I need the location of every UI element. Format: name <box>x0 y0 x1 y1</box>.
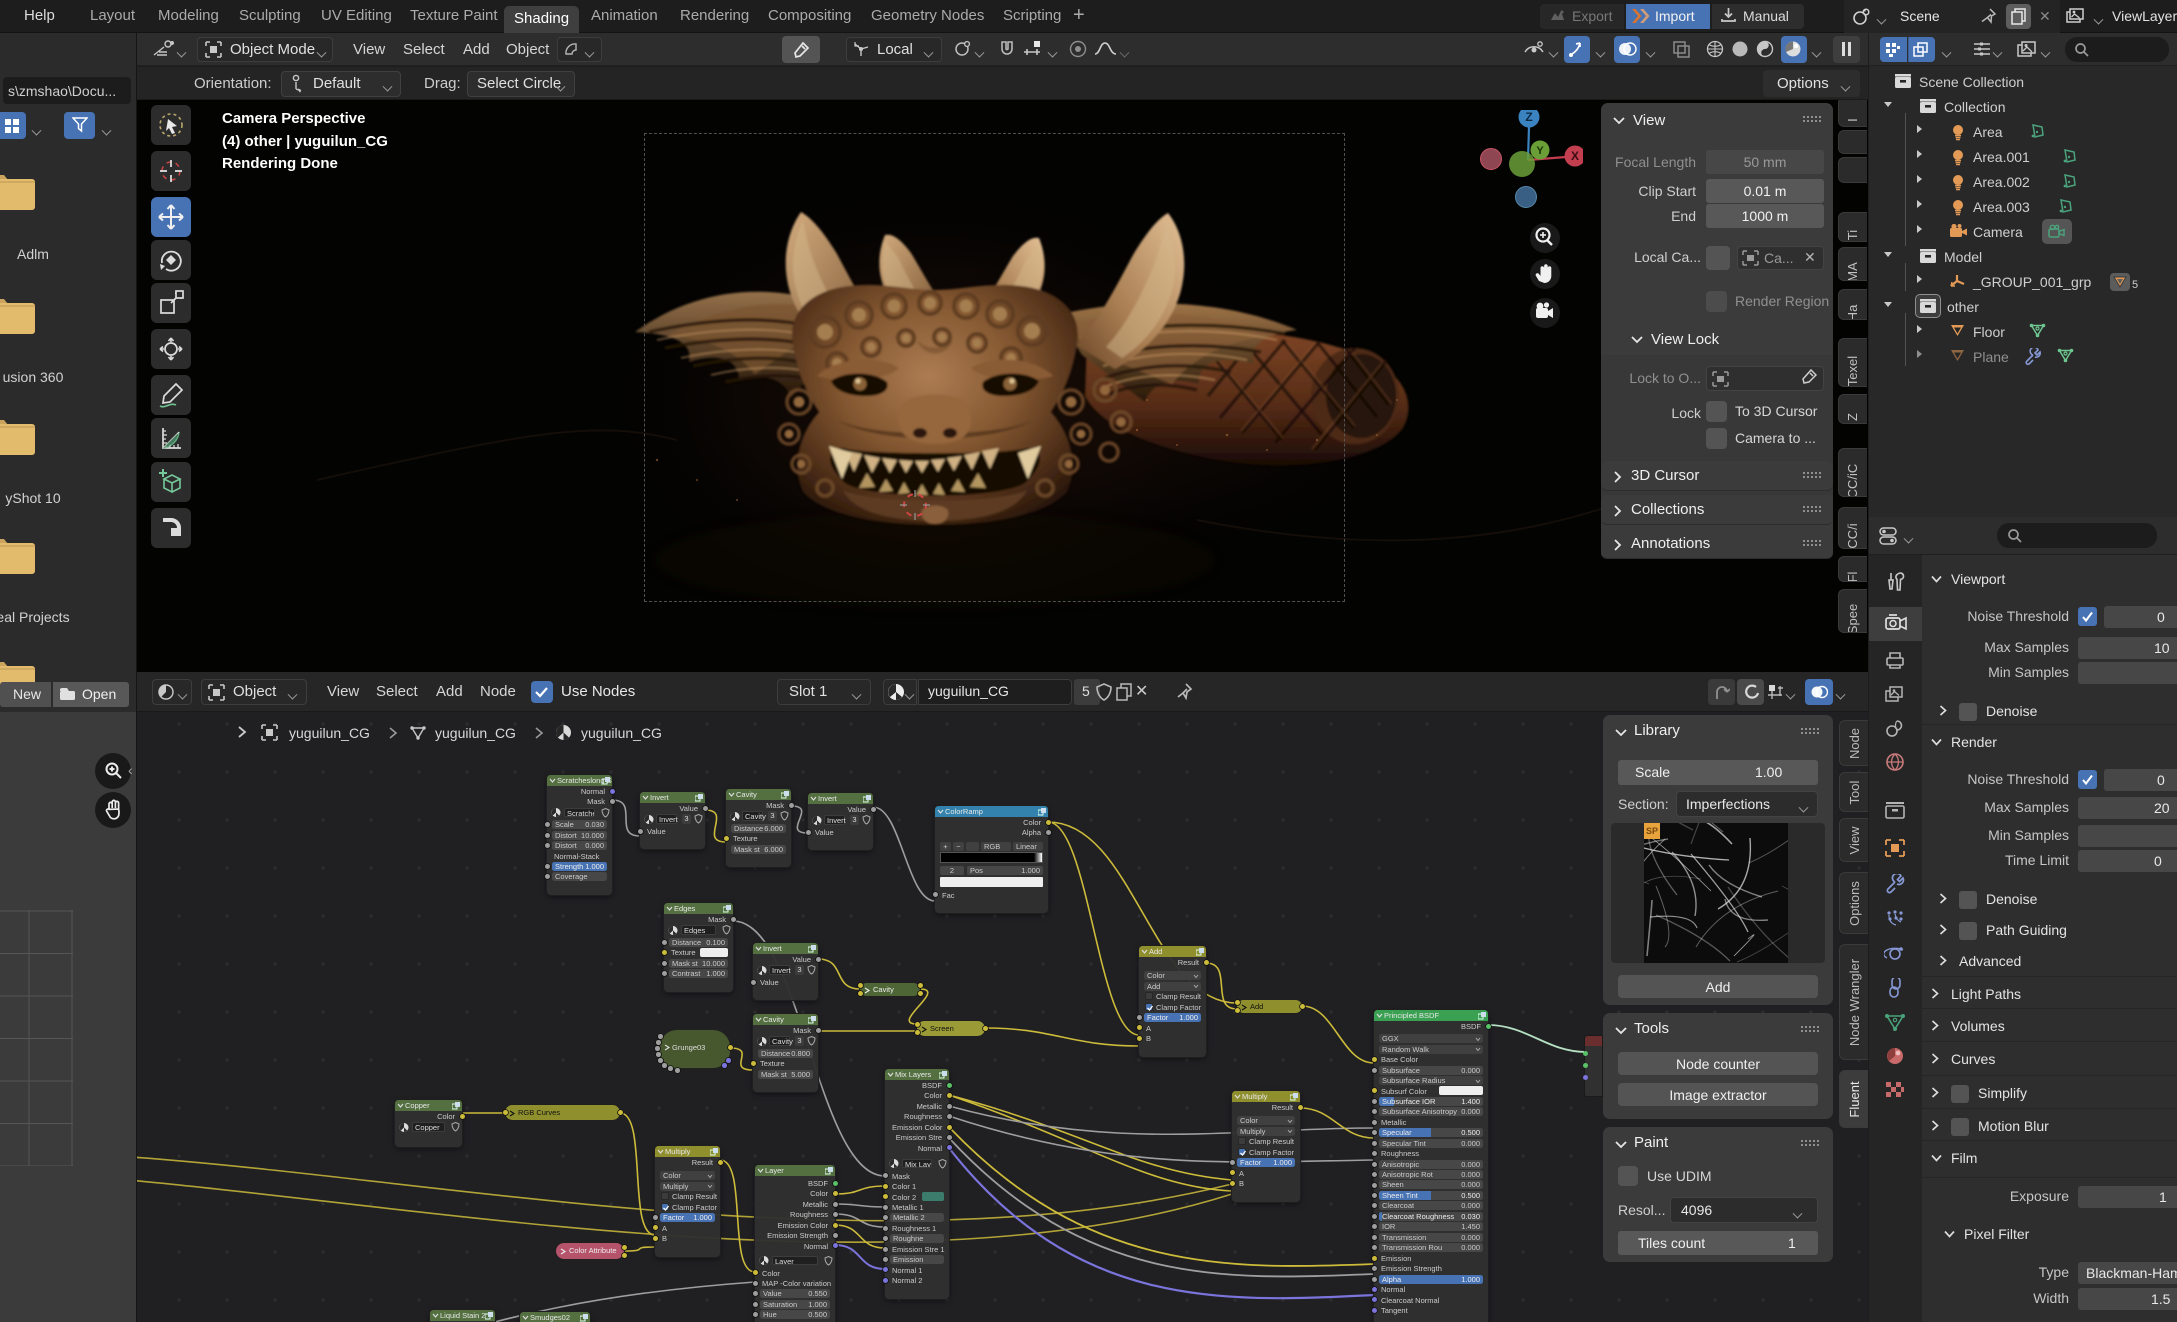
svg-text:Z: Z <box>1525 110 1532 124</box>
svg-text:Y: Y <box>1536 145 1544 157</box>
